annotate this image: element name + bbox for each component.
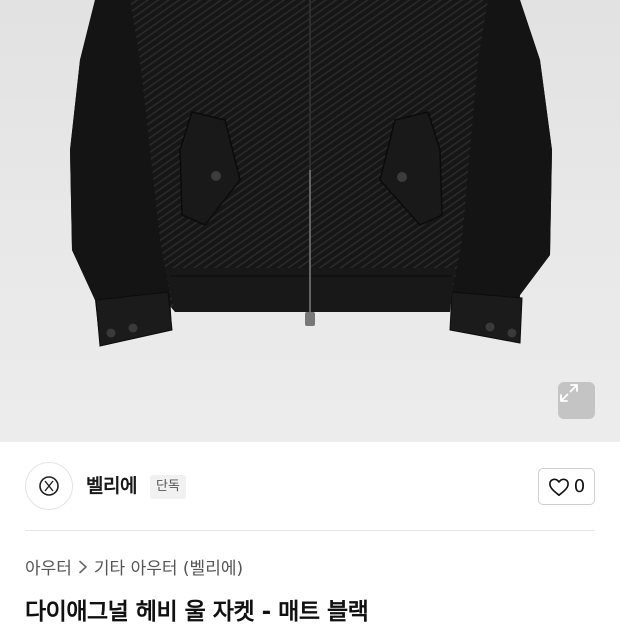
breadcrumb: 아우터 기타 아우터 (벨리에) bbox=[25, 556, 243, 582]
product-image bbox=[70, 0, 552, 347]
like-button[interactable]: 0 bbox=[538, 468, 595, 505]
chevron-right-icon bbox=[78, 556, 88, 582]
expand-image-button[interactable] bbox=[558, 382, 595, 419]
expand-arrows-icon bbox=[560, 384, 578, 402]
divider bbox=[25, 530, 595, 531]
breadcrumb-item-outer[interactable]: 아우터 bbox=[25, 556, 72, 582]
exclusive-badge: 단독 bbox=[150, 475, 186, 499]
breadcrumb-item-other-outer[interactable]: 기타 아우터 (벨리에) bbox=[94, 556, 243, 582]
like-count: 0 bbox=[573, 475, 586, 497]
heart-outline-icon bbox=[548, 477, 569, 496]
brand-logo[interactable] bbox=[25, 462, 73, 510]
product-image-gallery[interactable] bbox=[0, 0, 620, 442]
product-title: 다이애그널 헤비 울 자켓 - 매트 블랙 bbox=[25, 599, 369, 625]
brand-logo-emblem-icon bbox=[39, 476, 59, 496]
brand-name[interactable]: 벨리에 bbox=[86, 472, 137, 500]
